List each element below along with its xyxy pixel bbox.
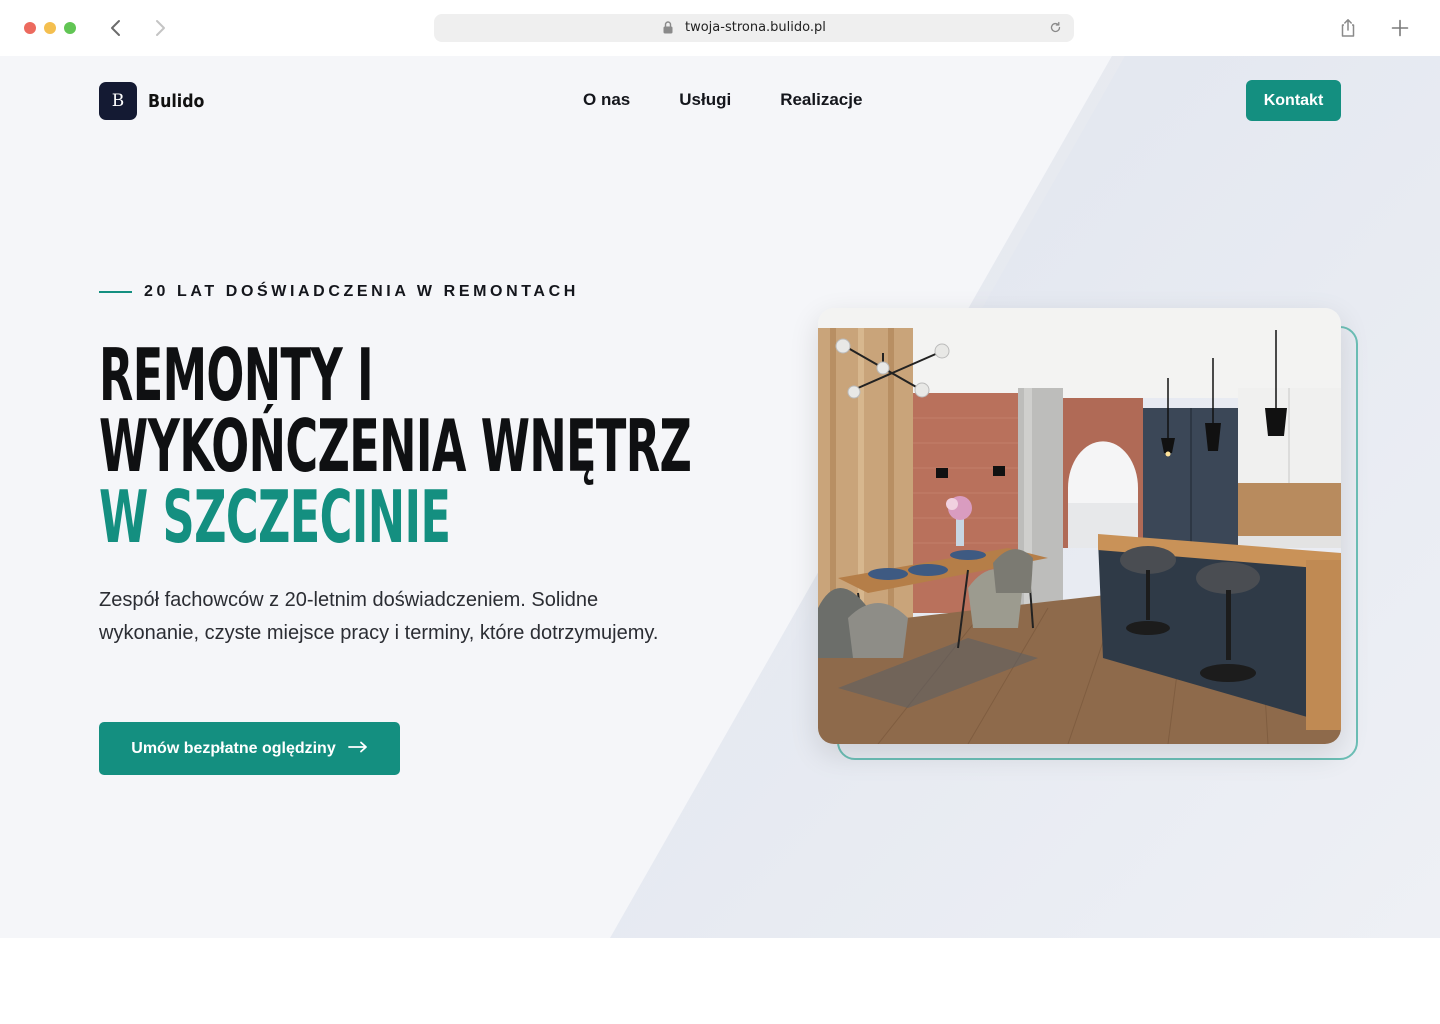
hero-headline: REMONTY I WYKOŃCZENIA WNĘTRZ W SZCZECINI… xyxy=(99,333,692,559)
eyebrow: 20 LAT DOŚWIADCZENIA W REMONTACH xyxy=(99,283,579,301)
eyebrow-text: 20 LAT DOŚWIADCZENIA W REMONTACH xyxy=(144,283,579,300)
headline-line-2: WYKOŃCZENIA WNĘTRZ xyxy=(99,404,692,488)
headline-line-1: REMONTY I xyxy=(99,333,374,417)
nav-link-uslugi[interactable]: Usługi xyxy=(679,90,731,110)
logo-mark: B xyxy=(99,82,137,120)
close-window-button[interactable] xyxy=(24,22,36,34)
chevron-right-icon[interactable] xyxy=(148,16,172,40)
browser-toolbar: twoja-strona.bulido.pl xyxy=(0,0,1440,56)
kitchen-photo xyxy=(818,308,1341,744)
address-bar[interactable]: twoja-strona.bulido.pl xyxy=(434,14,1074,42)
maximize-window-button[interactable] xyxy=(64,22,76,34)
main-nav: O nas Usługi Realizacje xyxy=(583,90,862,110)
hero-lead: Zespół fachowców z 20-letnim doświadczen… xyxy=(99,589,659,644)
nav-link-o-nas[interactable]: O nas xyxy=(583,90,630,110)
arrow-right-icon xyxy=(347,740,368,758)
cta-label: Umów bezpłatne oględziny xyxy=(131,739,336,757)
nav-link-realizacje[interactable]: Realizacje xyxy=(780,90,862,110)
contact-button[interactable]: Kontakt xyxy=(1246,80,1341,121)
logo-name: Bulido xyxy=(148,90,205,112)
headline-accent: W SZCZECINIE xyxy=(99,475,451,559)
minimize-window-button[interactable] xyxy=(44,22,56,34)
eyebrow-line xyxy=(99,291,132,293)
next-section xyxy=(0,938,1440,1024)
hero-section: B Bulido O nas Usługi Realizacje Kontakt… xyxy=(0,56,1440,938)
chevron-left-icon[interactable] xyxy=(104,16,128,40)
site-logo[interactable]: B Bulido xyxy=(99,82,212,120)
share-icon[interactable] xyxy=(1336,16,1360,40)
plus-icon[interactable] xyxy=(1388,16,1412,40)
lock-icon xyxy=(663,21,673,39)
reload-icon[interactable] xyxy=(1049,21,1062,39)
url-text: twoja-strona.bulido.pl xyxy=(685,20,826,35)
cta-button[interactable]: Umów bezpłatne oględziny xyxy=(99,722,400,775)
